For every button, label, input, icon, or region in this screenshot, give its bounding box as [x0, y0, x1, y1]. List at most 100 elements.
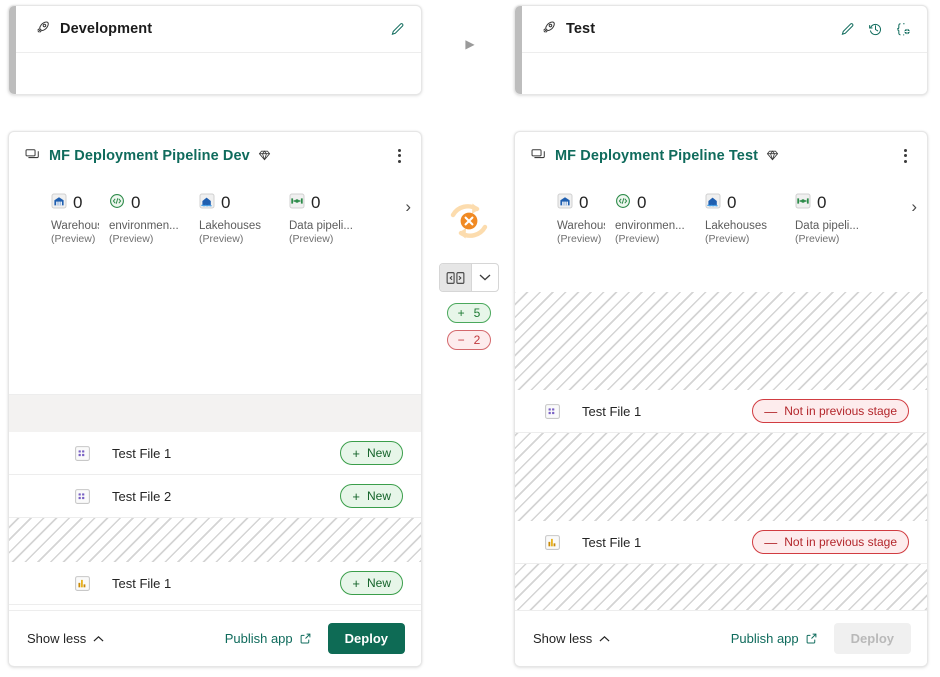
- deploy-button[interactable]: Deploy: [328, 623, 405, 654]
- publish-app-button[interactable]: Publish app: [225, 631, 312, 646]
- badge-text: Not in previous stage: [784, 534, 897, 550]
- data-pipeline-icon: [795, 193, 811, 212]
- show-less-label: Show less: [27, 631, 86, 646]
- workspace-more-options-icon[interactable]: [389, 145, 409, 167]
- count-warehouses[interactable]: 0 Warehouses (Preview): [515, 193, 605, 247]
- count-value: 0: [131, 194, 140, 211]
- deployment-rules-icon[interactable]: [894, 20, 913, 39]
- badge-text: New: [367, 488, 391, 504]
- stage-card-test[interactable]: Test: [514, 5, 928, 95]
- added-count: 5: [474, 306, 481, 320]
- counts-next-icon[interactable]: ›: [405, 197, 411, 217]
- gem-icon: [257, 148, 272, 163]
- count-value: 0: [73, 194, 82, 211]
- count-label: Lakehouses: [199, 219, 279, 233]
- stage-header: Development: [16, 6, 421, 53]
- count-data-pipelines[interactable]: 0 Data pipeli... (Preview): [785, 193, 875, 247]
- workspace-footer: Show less Publish app Deploy: [9, 610, 421, 666]
- placeholder-row: [515, 433, 927, 522]
- table-row[interactable]: Test File 1 — Not in previous stage: [515, 521, 927, 564]
- badge-text: New: [367, 445, 391, 461]
- table-row[interactable]: Test File 1 + New: [9, 562, 421, 605]
- badge-sign: —: [764, 405, 777, 418]
- count-environments[interactable]: 0 environmen... (Preview): [99, 193, 189, 247]
- gem-icon: [765, 148, 780, 163]
- footer-actions: Publish app Deploy: [225, 623, 405, 654]
- count-preview-tag: (Preview): [51, 233, 99, 246]
- workspace-card-test: MF Deployment Pipeline Test 0 Ware: [514, 131, 928, 667]
- item-name: Test File 1: [582, 404, 641, 419]
- stage-comparison-widget: + 5 − 2: [440, 193, 498, 350]
- table-row[interactable]: Test File 1 + New: [9, 432, 421, 475]
- count-value: 0: [727, 194, 736, 211]
- workspace-title[interactable]: MF Deployment Pipeline Test: [555, 148, 758, 164]
- edit-stage-icon[interactable]: [838, 20, 857, 39]
- workspace-more-options-icon[interactable]: [895, 145, 915, 167]
- table-row[interactable]: Test File 2 + New: [9, 475, 421, 518]
- removed-sign: −: [458, 333, 465, 347]
- compare-stages-button[interactable]: [439, 263, 499, 292]
- footer-actions: Publish app Deploy: [731, 623, 911, 654]
- deployment-history-icon[interactable]: [866, 20, 885, 39]
- item-name: Test File 2: [112, 489, 171, 504]
- count-data-pipelines[interactable]: 0 Data pipeli... (Preview): [279, 193, 369, 247]
- stage-body: [522, 53, 927, 94]
- show-less-button[interactable]: Show less: [27, 631, 104, 646]
- item-name: Test File 1: [112, 446, 171, 461]
- badge-text: Not in previous stage: [784, 403, 897, 419]
- stage-accent-bar: [515, 6, 522, 94]
- count-value: 0: [579, 194, 588, 211]
- semantic-model-icon: [543, 402, 562, 421]
- count-label: Data pipeli...: [795, 219, 875, 233]
- status-badge: + New: [340, 484, 403, 508]
- show-less-button[interactable]: Show less: [533, 631, 610, 646]
- data-pipeline-icon: [289, 193, 305, 212]
- status-badge: + New: [340, 571, 403, 595]
- workspace-title[interactable]: MF Deployment Pipeline Dev: [49, 148, 250, 164]
- badge-sign: —: [764, 536, 777, 549]
- badge-sign: +: [352, 490, 360, 503]
- workspace-footer: Show less Publish app Deploy: [515, 610, 927, 666]
- rocket-icon: [34, 19, 51, 39]
- count-label: Warehouses: [557, 219, 605, 233]
- stage-header: Test: [522, 6, 927, 53]
- semantic-model-icon: [73, 444, 92, 463]
- count-lakehouses[interactable]: 0 Lakehouses (Preview): [695, 193, 785, 247]
- count-warehouses[interactable]: 0 Warehouses (Preview): [9, 193, 99, 247]
- compare-dropdown-chevron-icon[interactable]: [472, 264, 498, 291]
- chevron-up-icon: [93, 635, 104, 643]
- count-label: environmen...: [109, 219, 189, 233]
- edit-stage-icon[interactable]: [388, 20, 407, 39]
- count-preview-tag: (Preview): [705, 233, 785, 246]
- count-label: Warehouses: [51, 219, 99, 233]
- count-lakehouses[interactable]: 0 Lakehouses (Preview): [189, 193, 279, 247]
- external-link-icon: [299, 632, 312, 645]
- semantic-model-icon: [73, 487, 92, 506]
- stage-card-development[interactable]: Development: [8, 5, 422, 95]
- status-badge: + New: [340, 441, 403, 465]
- external-link-icon: [805, 632, 818, 645]
- removed-items-badge: − 2: [447, 330, 492, 350]
- deployment-pipeline-page: Development ▶ Test: [0, 0, 940, 677]
- workspace-header: MF Deployment Pipeline Dev: [9, 132, 421, 179]
- count-environments[interactable]: 0 environmen... (Preview): [605, 193, 695, 247]
- workspace-item-counts: 0 Warehouses (Preview) 0 environmen... (…: [9, 179, 421, 257]
- count-preview-tag: (Preview): [557, 233, 605, 246]
- publish-app-button[interactable]: Publish app: [731, 631, 818, 646]
- placeholder-row: [515, 292, 927, 391]
- workspace-icon: [530, 146, 547, 166]
- stage-actions: [838, 20, 913, 39]
- badge-sign: +: [352, 577, 360, 590]
- count-preview-tag: (Preview): [615, 233, 695, 246]
- report-icon: [73, 574, 92, 593]
- count-value: 0: [817, 194, 826, 211]
- counts-next-icon[interactable]: ›: [911, 197, 917, 217]
- workspace-item-counts: 0 Warehouses (Preview) 0 environmen... (…: [515, 179, 927, 257]
- count-label: Data pipeli...: [289, 219, 369, 233]
- status-badge: — Not in previous stage: [752, 530, 909, 554]
- report-icon: [543, 533, 562, 552]
- stage-title: Test: [566, 21, 595, 37]
- stage-title: Development: [60, 21, 152, 37]
- table-row[interactable]: Test File 1 — Not in previous stage: [515, 390, 927, 433]
- environment-icon: [615, 193, 631, 212]
